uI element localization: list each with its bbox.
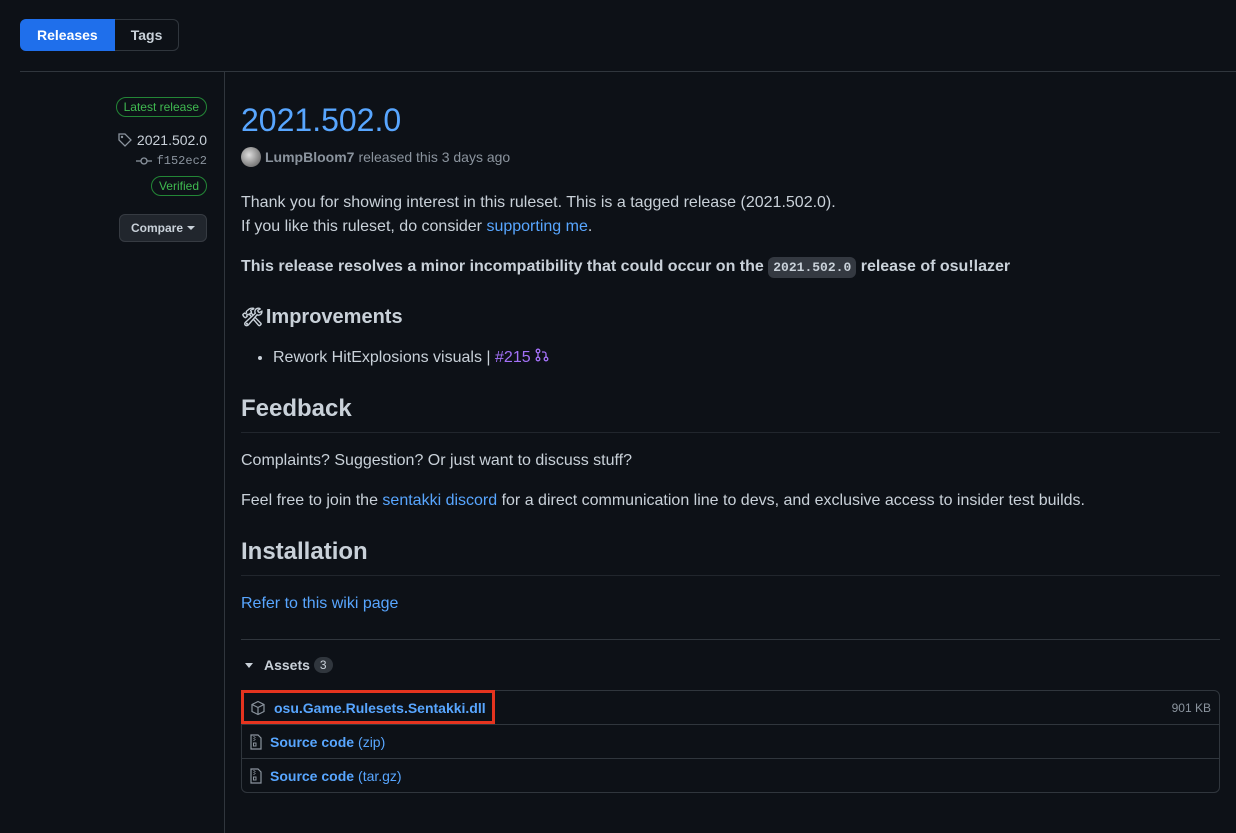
compat-note: This release resolves a minor incompatib… bbox=[241, 255, 1220, 280]
feedback-text: Feel free to join the bbox=[241, 492, 383, 509]
release-sidebar: Latest release 2021.502.0 f152ec2 Verifi… bbox=[115, 97, 207, 242]
divider bbox=[241, 639, 1220, 640]
installation-heading: Installation bbox=[241, 537, 1220, 576]
feedback-line-1: Complaints? Suggestion? Or just want to … bbox=[241, 452, 633, 469]
release-tabs: Releases Tags bbox=[20, 19, 180, 51]
intro-paragraph: Thank you for showing interest in this r… bbox=[241, 191, 1220, 239]
release-meta: LumpBloom7 released this 3 days ago bbox=[241, 147, 1220, 167]
assets-label: Assets bbox=[264, 657, 310, 673]
file-zip-icon bbox=[250, 767, 262, 784]
improvements-heading: 🛠 Improvements bbox=[241, 304, 1220, 330]
improvements-heading-text: Improvements bbox=[265, 306, 403, 328]
tab-tags[interactable]: Tags bbox=[114, 19, 180, 51]
feedback-text-end: for a direct communication line to devs,… bbox=[497, 492, 1085, 509]
intro-line-1: Thank you for showing interest in this r… bbox=[241, 194, 836, 211]
improvements-list: Rework HitExplosions visuals | #215 bbox=[241, 346, 1220, 370]
pull-request-icon bbox=[535, 348, 549, 362]
discord-link[interactable]: sentakki discord bbox=[382, 492, 497, 509]
asset-link[interactable]: Source code bbox=[270, 734, 354, 750]
assets-toggle[interactable]: Assets 3 bbox=[241, 657, 1220, 673]
supporting-me-link[interactable]: supporting me bbox=[486, 218, 587, 235]
assets-count: 3 bbox=[313, 657, 333, 673]
version-code: 2021.502.0 bbox=[768, 257, 857, 278]
compat-text: This release resolves a minor incompatib… bbox=[241, 258, 769, 275]
tag-link[interactable]: 2021.502.0 bbox=[117, 132, 207, 148]
divider bbox=[20, 71, 1236, 72]
author-link[interactable]: LumpBloom7 bbox=[265, 149, 354, 165]
file-zip-icon bbox=[250, 733, 262, 750]
commit-icon bbox=[135, 157, 152, 165]
verified-badge[interactable]: Verified bbox=[150, 176, 207, 196]
asset-ext: (tar.gz) bbox=[358, 767, 402, 784]
compare-button[interactable]: Compare bbox=[118, 214, 207, 242]
assets-list: osu.Game.Rulesets.Sentakki.dll 901 KB So… bbox=[241, 690, 1220, 793]
intro-line-2: If you like this ruleset, do consider bbox=[241, 218, 487, 235]
compat-text-end: release of osu!lazer bbox=[856, 258, 1011, 275]
feedback-heading: Feedback bbox=[241, 394, 1220, 433]
caret-down-icon bbox=[187, 226, 195, 230]
release-title[interactable]: 2021.502.0 bbox=[241, 99, 1220, 141]
tag-name: 2021.502.0 bbox=[136, 132, 207, 148]
triangle-down-icon bbox=[245, 662, 253, 668]
wiki-link[interactable]: Refer to this wiki page bbox=[241, 595, 398, 612]
asset-row-targz[interactable]: Source code (tar.gz) bbox=[242, 758, 1219, 792]
hammer-wrench-icon: 🛠 bbox=[241, 307, 264, 327]
highlight-box bbox=[241, 690, 495, 724]
asset-size: 901 KB bbox=[1171, 700, 1211, 715]
feedback-paragraph: Feel free to join the sentakki discord f… bbox=[241, 489, 1220, 513]
pr-link[interactable]: #215 bbox=[495, 349, 531, 366]
avatar[interactable] bbox=[241, 147, 261, 167]
compare-label: Compare bbox=[130, 221, 183, 235]
improvement-text: Rework HitExplosions visuals | bbox=[273, 349, 496, 366]
commit-link[interactable]: f152ec2 bbox=[135, 154, 207, 168]
released-text: released this 3 days ago bbox=[358, 149, 511, 165]
asset-link[interactable]: Source code bbox=[270, 768, 354, 784]
asset-row-dll[interactable]: osu.Game.Rulesets.Sentakki.dll 901 KB bbox=[241, 690, 1219, 724]
list-item: Rework HitExplosions visuals | #215 bbox=[273, 346, 1220, 370]
intro-line-2-end: . bbox=[587, 218, 593, 235]
timeline-divider bbox=[224, 72, 225, 833]
release-body: 2021.502.0 LumpBloom7 released this 3 da… bbox=[241, 99, 1220, 793]
tab-releases[interactable]: Releases bbox=[20, 19, 115, 51]
latest-release-badge: Latest release bbox=[115, 97, 207, 117]
tag-icon bbox=[118, 133, 132, 147]
commit-sha: f152ec2 bbox=[156, 154, 207, 168]
asset-ext: (zip) bbox=[358, 733, 386, 750]
asset-row-zip[interactable]: Source code (zip) bbox=[242, 724, 1219, 758]
